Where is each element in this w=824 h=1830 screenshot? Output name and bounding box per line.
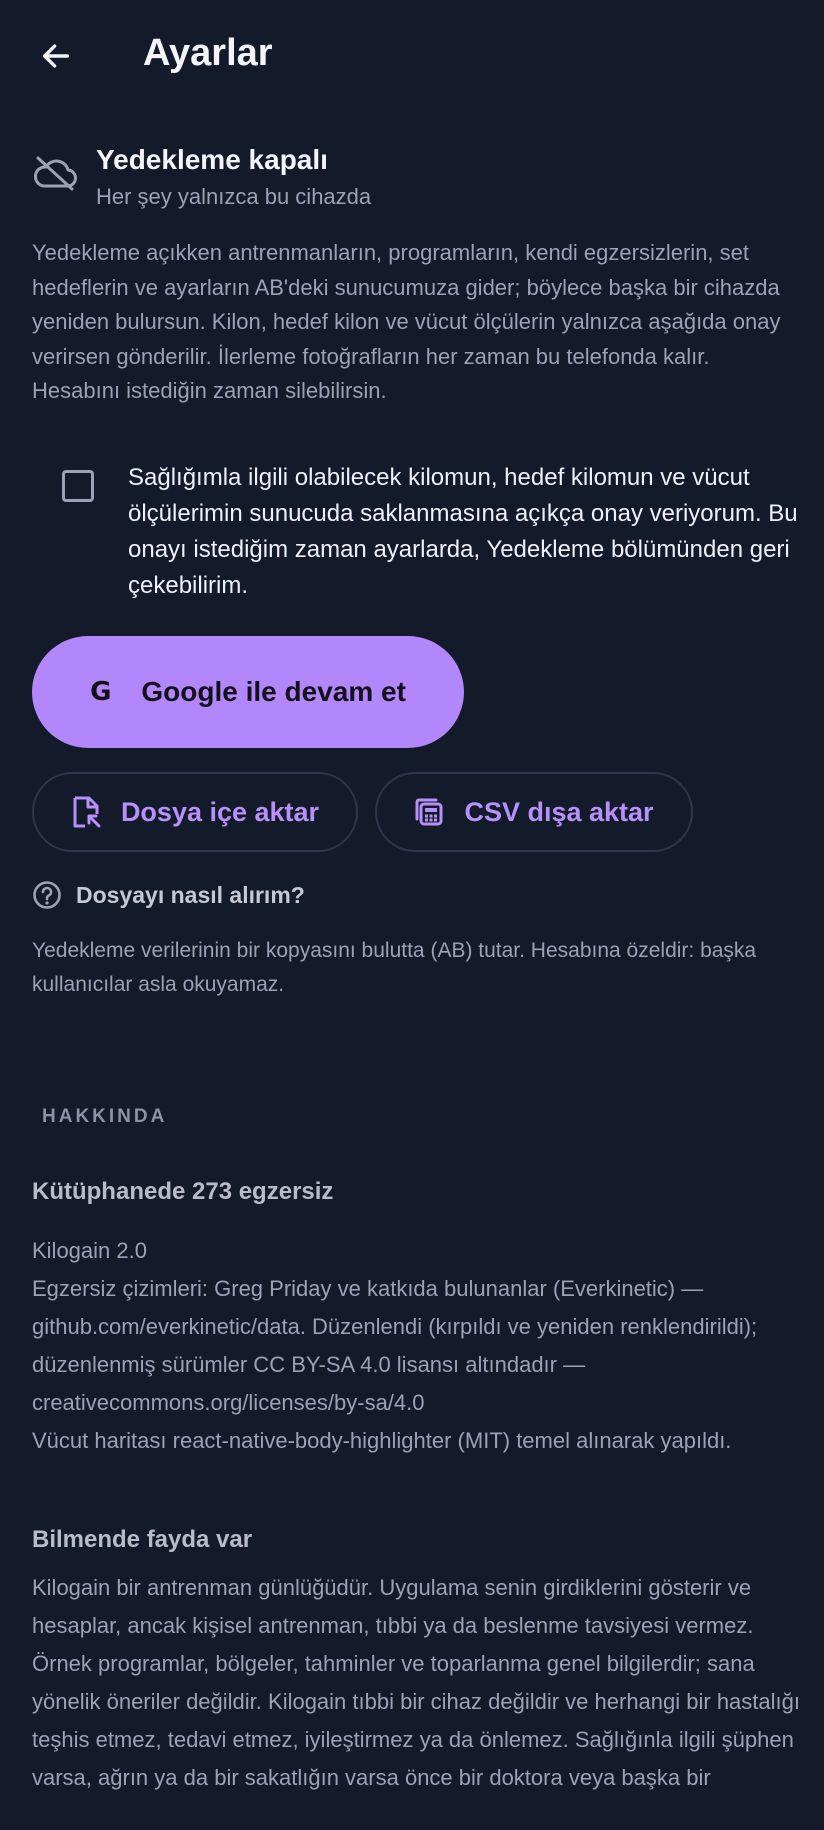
howto-link[interactable]: Dosyayı nasıl alırım? bbox=[32, 880, 305, 910]
library-count: Kütüphanede 273 egzersiz bbox=[32, 1178, 334, 1205]
app-version: Kilogain 2.0 bbox=[32, 1238, 147, 1263]
consent-label: Sağlığımla ilgili olabilecek kilomun, he… bbox=[128, 464, 798, 599]
about-section-header: HAKKINDA bbox=[42, 1106, 168, 1127]
disclaimer-title: Bilmende fayda var bbox=[32, 1526, 253, 1553]
consent-checkbox[interactable] bbox=[62, 470, 94, 502]
backup-description: Yedekleme açıkken antrenmanların, progra… bbox=[32, 240, 781, 403]
google-continue-label: Google ile devam et bbox=[141, 676, 406, 707]
backup-status-subtitle: Her şey yalnızca bu cihazda bbox=[96, 184, 372, 209]
spreadsheet-icon bbox=[415, 798, 443, 826]
page-title: Ayarlar bbox=[143, 32, 273, 74]
export-csv-button[interactable]: CSV dışa aktar bbox=[375, 772, 693, 852]
google-continue-button[interactable]: G Google ile devam et bbox=[32, 636, 464, 748]
help-circle-icon bbox=[33, 881, 61, 909]
google-icon: G bbox=[90, 677, 112, 707]
body-map-credits: Vücut haritası react-native-body-highlig… bbox=[32, 1428, 732, 1453]
cloud-off-icon bbox=[34, 156, 77, 191]
disclaimer-text: Kilogain bir antrenman günlüğüdür. Uygul… bbox=[32, 1575, 800, 1790]
import-file-label: Dosya içe aktar bbox=[120, 796, 320, 827]
app-header: Ayarlar bbox=[0, 0, 824, 112]
howto-label: Dosyayı nasıl alırım? bbox=[76, 881, 305, 908]
about-body: Kilogain 2.0 Egzersiz çizimleri: Greg Pr… bbox=[32, 1232, 802, 1460]
illustration-credits: Egzersiz çizimleri: Greg Priday ve katkı… bbox=[32, 1276, 758, 1415]
backup-status-title: Yedekleme kapalı bbox=[96, 144, 328, 175]
import-file-button[interactable]: Dosya içe aktar bbox=[32, 772, 358, 852]
back-button[interactable] bbox=[30, 30, 82, 82]
file-import-icon bbox=[73, 796, 101, 828]
cloud-note: Yedekleme verilerinin bir kopyasını bulu… bbox=[32, 939, 757, 996]
export-csv-label: CSV dışa aktar bbox=[464, 796, 654, 827]
arrow-left-icon bbox=[42, 44, 70, 68]
